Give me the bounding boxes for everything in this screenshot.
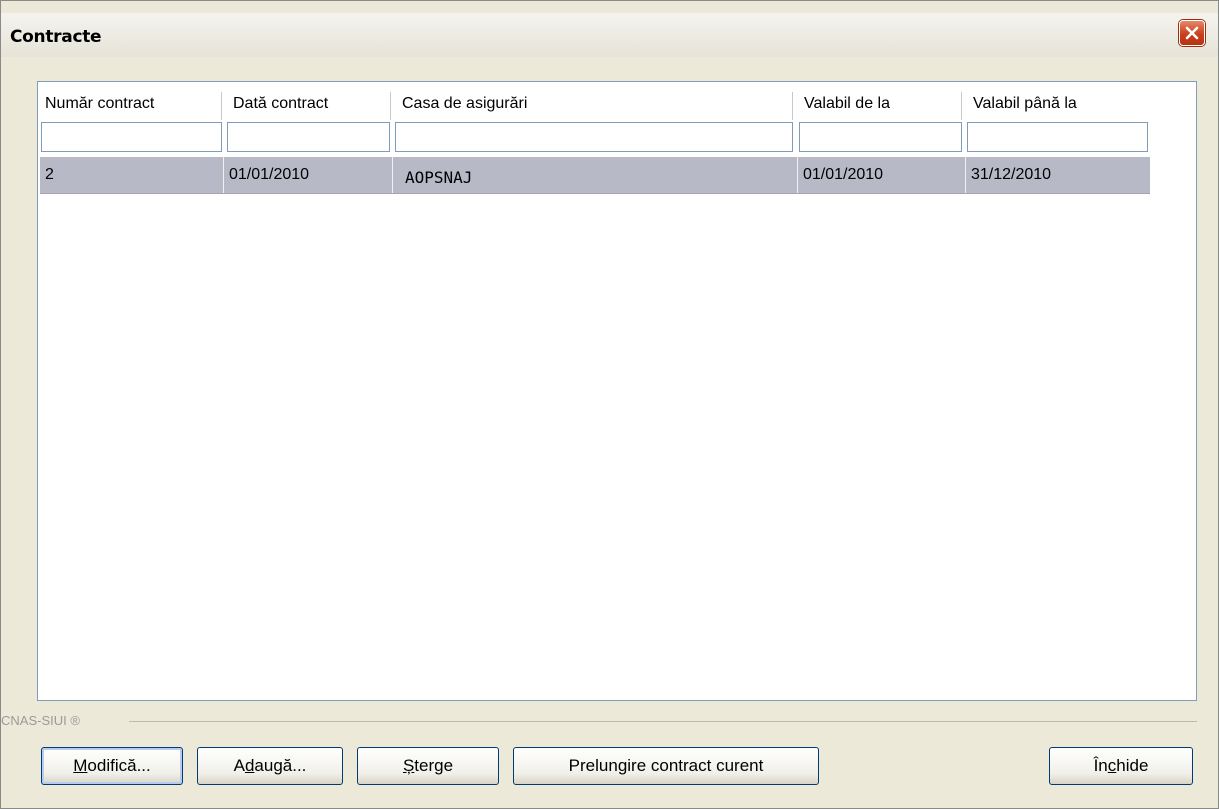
column-header-numar-contract[interactable]: Număr contract	[40, 86, 220, 120]
filter-valabil-de-la-input[interactable]	[799, 122, 962, 152]
extend-contract-button[interactable]: Prelungire contract curent	[513, 747, 819, 785]
window-title: Contracte	[10, 27, 102, 47]
filter-numar-contract-input[interactable]	[41, 122, 222, 152]
brand-label: CNAS-SIUI ®	[1, 713, 80, 728]
column-divider[interactable]	[390, 92, 391, 120]
cell-data-contract: 01/01/2010	[229, 166, 310, 183]
cell-valabil-pana-la: 31/12/2010	[971, 166, 1052, 183]
filter-casa-asigurari-input[interactable]	[395, 122, 793, 152]
modify-button[interactable]: Modifică...	[41, 747, 183, 785]
column-header-data-contract[interactable]: Dată contract	[228, 86, 394, 120]
contracts-window: Contracte Număr contract Dată contract C…	[0, 0, 1219, 809]
close-icon	[1185, 26, 1199, 40]
table-row[interactable]: 2 01/01/2010 AOPSNAJ 01/01/2010 31/12/20…	[40, 157, 1150, 194]
column-divider[interactable]	[792, 92, 793, 120]
separator-line	[129, 721, 1197, 722]
column-header-valabil-de-la[interactable]: Valabil de la	[799, 86, 959, 120]
column-header-valabil-pana-la[interactable]: Valabil până la	[968, 86, 1148, 120]
filter-data-contract-input[interactable]	[227, 122, 390, 152]
add-button[interactable]: Adaugă...	[197, 747, 343, 785]
column-divider[interactable]	[221, 92, 222, 120]
close-window-button[interactable]	[1179, 20, 1205, 46]
close-button[interactable]: Închide	[1049, 747, 1193, 785]
cell-casa-asigurari: AOPSNAJ	[405, 168, 473, 187]
column-divider[interactable]	[961, 92, 962, 120]
title-bar[interactable]: Contracte	[1, 13, 1218, 57]
cell-numar-contract: 2	[45, 166, 54, 183]
column-header-casa-asigurari[interactable]: Casa de asigurări	[397, 86, 792, 120]
delete-button[interactable]: Șterge	[357, 747, 499, 785]
cell-valabil-de-la: 01/01/2010	[803, 166, 884, 183]
filter-valabil-pana-la-input[interactable]	[967, 122, 1148, 152]
contracts-grid[interactable]: Număr contract Dată contract Casa de asi…	[37, 81, 1197, 701]
